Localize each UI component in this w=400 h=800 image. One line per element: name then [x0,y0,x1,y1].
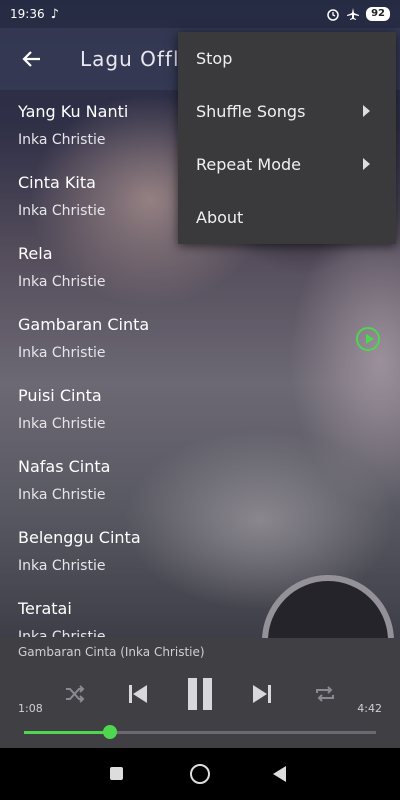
seek-bar[interactable] [24,725,376,739]
home-icon[interactable] [190,764,210,784]
alarm-icon [327,9,339,21]
now-playing-icon[interactable] [356,327,380,351]
previous-button[interactable] [118,674,158,714]
menu-item-shuffle-songs[interactable]: Shuffle Songs [178,85,396,138]
song-list-item[interactable]: Nafas Cinta Inka Christie [0,447,400,518]
player-controls [0,674,400,714]
status-bar: 19:36 ♪ 92 [0,0,400,28]
pause-icon [188,678,212,710]
total-duration: 4:42 [357,702,382,715]
next-button[interactable] [242,674,282,714]
song-title: Rela [18,244,53,263]
overflow-menu: Stop Shuffle Songs Repeat Mode About [178,32,396,244]
song-title: Teratai [18,599,72,618]
menu-item-label: Repeat Mode [196,155,301,174]
menu-item-repeat-mode[interactable]: Repeat Mode [178,138,396,191]
song-artist: Inka Christie [18,203,106,219]
song-artist: Inka Christie [18,487,106,503]
arrow-left-icon [22,51,40,67]
song-artist: Inka Christie [18,416,106,432]
next-icon [253,685,271,703]
seek-bar-handle[interactable] [103,725,118,739]
airplane-icon [347,8,360,20]
chevron-right-icon [363,105,370,117]
shuffle-button[interactable] [55,674,95,714]
page-title: Lagu Offli [80,47,180,71]
menu-item-stop[interactable]: Stop [178,32,396,85]
song-artist: Inka Christie [18,345,106,361]
song-title: Yang Ku Nanti [18,102,129,121]
battery-indicator: 92 [366,7,390,21]
now-playing-label: Gambaran Cinta (Inka Christie) [18,645,205,659]
song-title: Puisi Cinta [18,386,102,405]
menu-item-label: About [196,208,244,227]
seek-bar-progress [24,731,111,734]
song-list-item[interactable]: Puisi Cinta Inka Christie [0,376,400,447]
song-list-item[interactable]: Belenggu Cinta Inka Christie [0,518,400,589]
song-title: Belenggu Cinta [18,528,141,547]
song-artist: Inka Christie [18,274,106,290]
system-navigation-bar [0,748,400,800]
back-button[interactable] [14,41,50,77]
recents-icon[interactable] [110,767,123,780]
music-note-icon: ♪ [50,6,59,22]
song-artist: Inka Christie [18,132,106,148]
song-title: Cinta Kita [18,173,96,192]
menu-item-about[interactable]: About [178,191,396,244]
elapsed-time: 1:08 [18,702,43,715]
song-artist: Inka Christie [18,558,106,574]
song-artist: Inka Christie [18,629,106,637]
song-list-item[interactable]: Rela Inka Christie [0,234,400,305]
repeat-button[interactable] [305,674,345,714]
shuffle-icon [66,685,85,703]
menu-item-label: Stop [196,49,233,68]
pause-button[interactable] [180,674,220,714]
song-title: Gambaran Cinta [18,315,150,334]
repeat-icon [316,686,334,702]
song-list-item[interactable]: Gambaran Cinta Inka Christie [0,305,400,376]
status-time: 19:36 [10,7,45,21]
player-panel: Gambaran Cinta (Inka Christie) 1:08 4:42 [0,638,400,748]
previous-icon [129,685,147,703]
chevron-right-icon [363,158,370,170]
back-triangle-icon[interactable] [273,766,286,782]
song-title: Nafas Cinta [18,457,111,476]
menu-item-label: Shuffle Songs [196,102,306,121]
song-list-item[interactable]: Teratai Inka Christie [0,589,400,637]
